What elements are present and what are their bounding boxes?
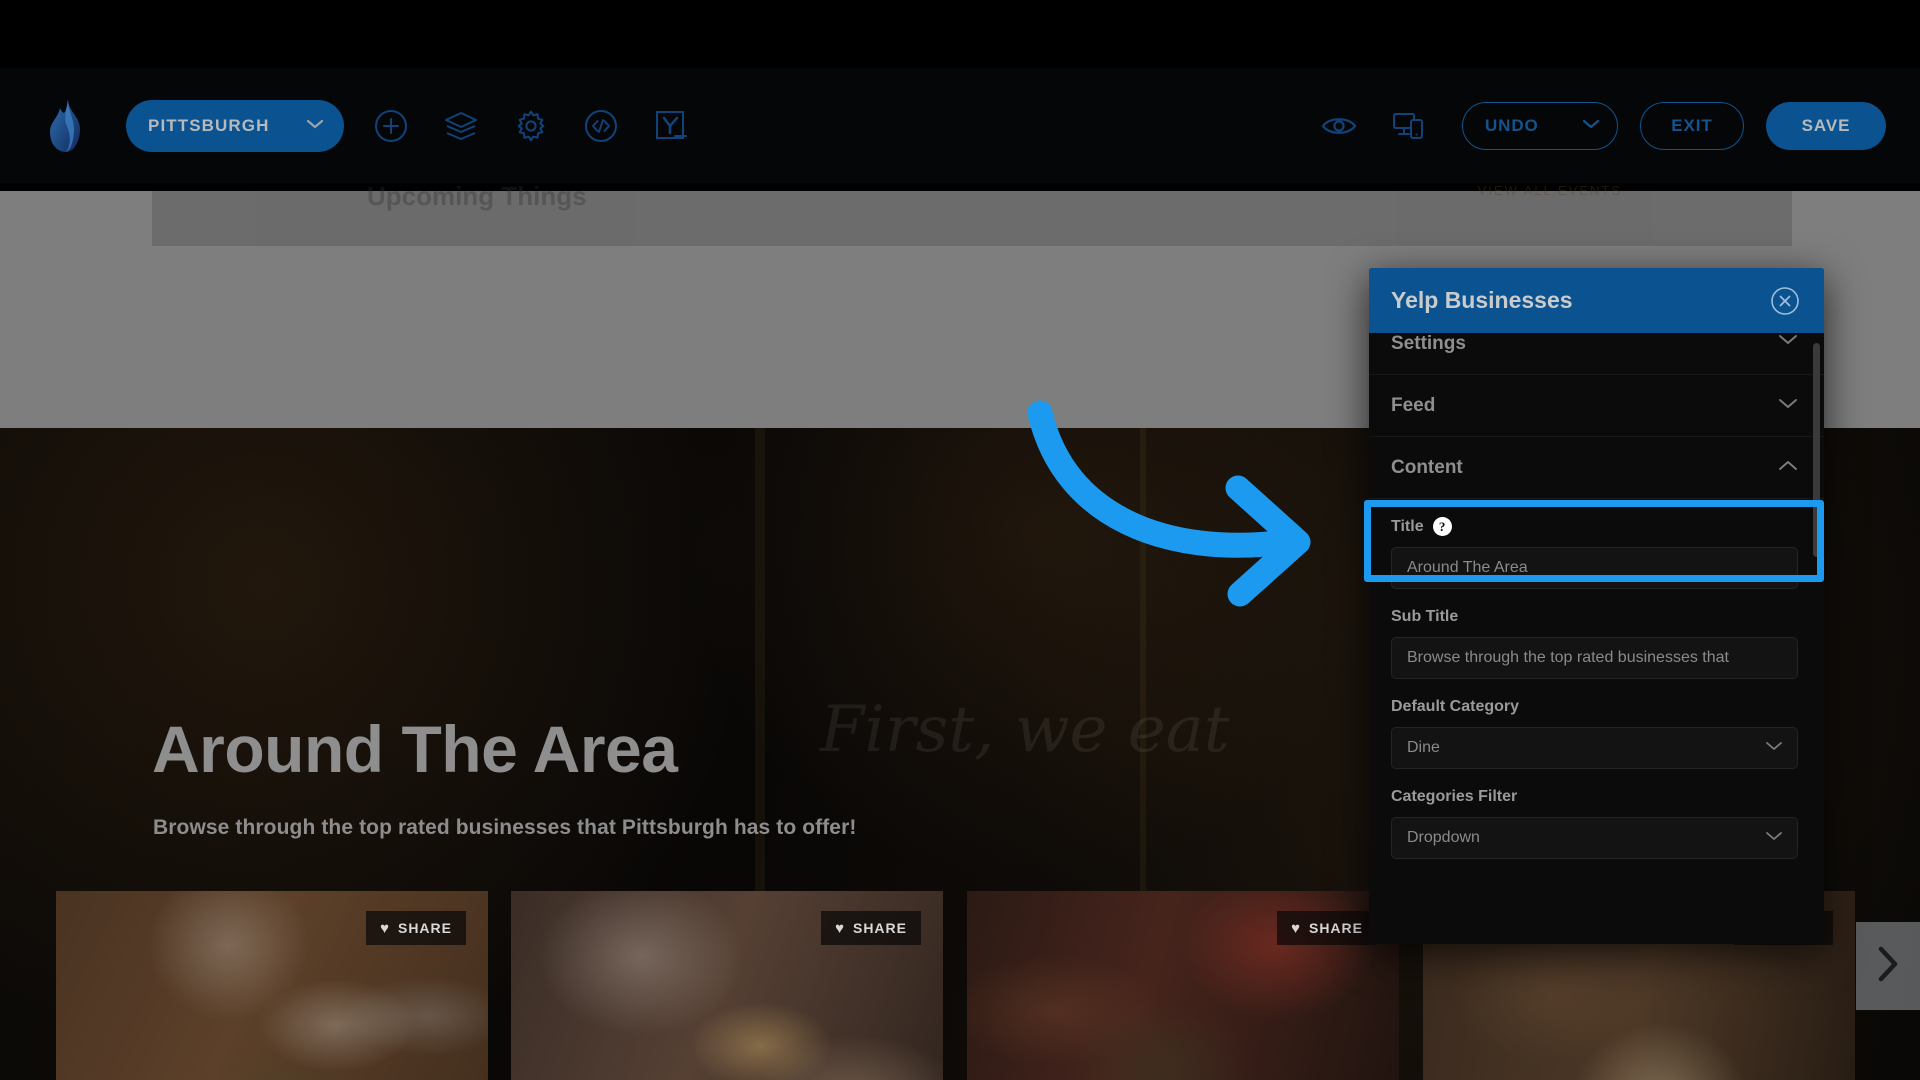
panel-header: Yelp Businesses (1369, 268, 1824, 333)
exit-label: EXIT (1671, 115, 1713, 135)
chevron-up-icon (1778, 459, 1798, 477)
panel-scrollbar[interactable] (1813, 343, 1820, 929)
chevron-down-icon (1778, 397, 1798, 415)
code-icon[interactable] (578, 103, 624, 149)
panel-section-settings[interactable]: Settings (1369, 333, 1824, 375)
panel-section-feed[interactable]: Feed (1369, 375, 1824, 437)
chevron-down-icon (1765, 739, 1783, 757)
undo-label: UNDO (1485, 115, 1539, 135)
field-sub-title: Sub Title Browse through the top rated b… (1391, 608, 1798, 679)
business-card[interactable]: ♥ SHARE (511, 891, 943, 1080)
close-circle-icon[interactable] (1770, 286, 1800, 316)
default-category-value: Dine (1407, 739, 1440, 756)
previous-section-title: Upcoming Things (367, 183, 587, 211)
panel-section-label: Feed (1391, 394, 1436, 416)
categories-filter-value: Dropdown (1407, 829, 1480, 846)
share-button[interactable]: ♥ SHARE (366, 911, 466, 945)
editor-toolbar: PITTSBURGH UNDO EXIT SAVE (0, 68, 1920, 183)
exit-button[interactable]: EXIT (1640, 101, 1744, 150)
share-label: SHARE (1308, 920, 1363, 936)
share-button[interactable]: ♥ SHARE (821, 911, 921, 945)
page-title: Around The Area (152, 712, 678, 786)
field-label: Sub Title (1391, 608, 1798, 626)
carousel-next-button[interactable] (1856, 922, 1920, 1010)
yelp-icon[interactable] (648, 103, 694, 149)
heart-icon: ♥ (1291, 919, 1300, 937)
previous-section-bar: Upcoming Things VIEW ALL EVENTS (152, 183, 1792, 246)
chevron-down-icon (1582, 117, 1600, 135)
city-selector[interactable]: PITTSBURGH (126, 99, 344, 152)
field-label-text: Default Category (1391, 698, 1520, 715)
sub-title-input[interactable]: Browse through the top rated businesses … (1391, 637, 1798, 679)
share-label: SHARE (397, 920, 452, 936)
panel-section-label: Content (1391, 456, 1463, 478)
field-label: Title ? (1391, 517, 1798, 536)
eye-icon[interactable] (1316, 103, 1362, 149)
chevron-down-icon (306, 117, 324, 135)
previous-section-link: VIEW ALL EVENTS (1477, 183, 1622, 198)
yelp-businesses-panel: Yelp Businesses Settings Feed Content Ti… (1369, 268, 1824, 944)
chevron-right-icon (1875, 944, 1901, 989)
app-root: PITTSBURGH UNDO EXIT SAVE Upcoming Thing… (0, 0, 1920, 1080)
panel-section-label: Settings (1391, 333, 1466, 354)
city-selector-label: PITTSBURGH (148, 115, 270, 135)
layers-icon[interactable] (438, 103, 484, 149)
share-label: SHARE (852, 920, 907, 936)
sub-title-input-value: Browse through the top rated businesses … (1407, 649, 1729, 666)
share-button[interactable]: ♥ SHARE (1277, 911, 1377, 945)
save-label: SAVE (1801, 115, 1851, 135)
devices-icon[interactable] (1386, 103, 1432, 149)
title-input[interactable]: Around The Area (1391, 547, 1798, 589)
page-subtitle: Browse through the top rated businesses … (153, 816, 857, 839)
field-title: Title ? Around The Area (1391, 517, 1798, 589)
field-label-text: Title (1391, 517, 1424, 535)
heart-icon: ♥ (380, 919, 389, 937)
title-input-value: Around The Area (1407, 559, 1528, 576)
default-category-select[interactable]: Dine (1391, 727, 1798, 769)
flame-logo-icon[interactable] (44, 98, 90, 154)
field-label-text: Categories Filter (1391, 788, 1518, 805)
field-label: Categories Filter (1391, 788, 1798, 806)
chevron-down-icon (1778, 333, 1798, 351)
undo-button[interactable]: UNDO (1462, 101, 1618, 150)
business-card[interactable]: ♥ SHARE 35 (56, 891, 488, 1080)
panel-body: Settings Feed Content Title ? Around The… (1369, 333, 1824, 944)
add-icon[interactable] (368, 103, 414, 149)
categories-filter-select[interactable]: Dropdown (1391, 817, 1798, 859)
question-mark-icon[interactable]: ? (1432, 517, 1452, 536)
field-categories-filter: Categories Filter Dropdown (1391, 788, 1798, 859)
panel-section-content[interactable]: Content (1369, 437, 1824, 499)
field-default-category: Default Category Dine (1391, 698, 1798, 769)
field-label-text: Sub Title (1391, 608, 1459, 625)
save-button[interactable]: SAVE (1766, 101, 1886, 150)
heart-icon: ♥ (835, 919, 844, 937)
gear-icon[interactable] (508, 103, 554, 149)
panel-scrollbar-thumb[interactable] (1813, 343, 1820, 557)
field-label: Default Category (1391, 698, 1798, 716)
panel-title: Yelp Businesses (1391, 287, 1573, 313)
business-card[interactable]: ♥ SHARE (967, 891, 1399, 1080)
content-fields: Title ? Around The Area Sub Title Browse… (1369, 499, 1824, 859)
chevron-down-icon (1765, 829, 1783, 847)
hero-script-text: First, we eat (820, 693, 1230, 767)
top-black-strip (0, 0, 1920, 68)
